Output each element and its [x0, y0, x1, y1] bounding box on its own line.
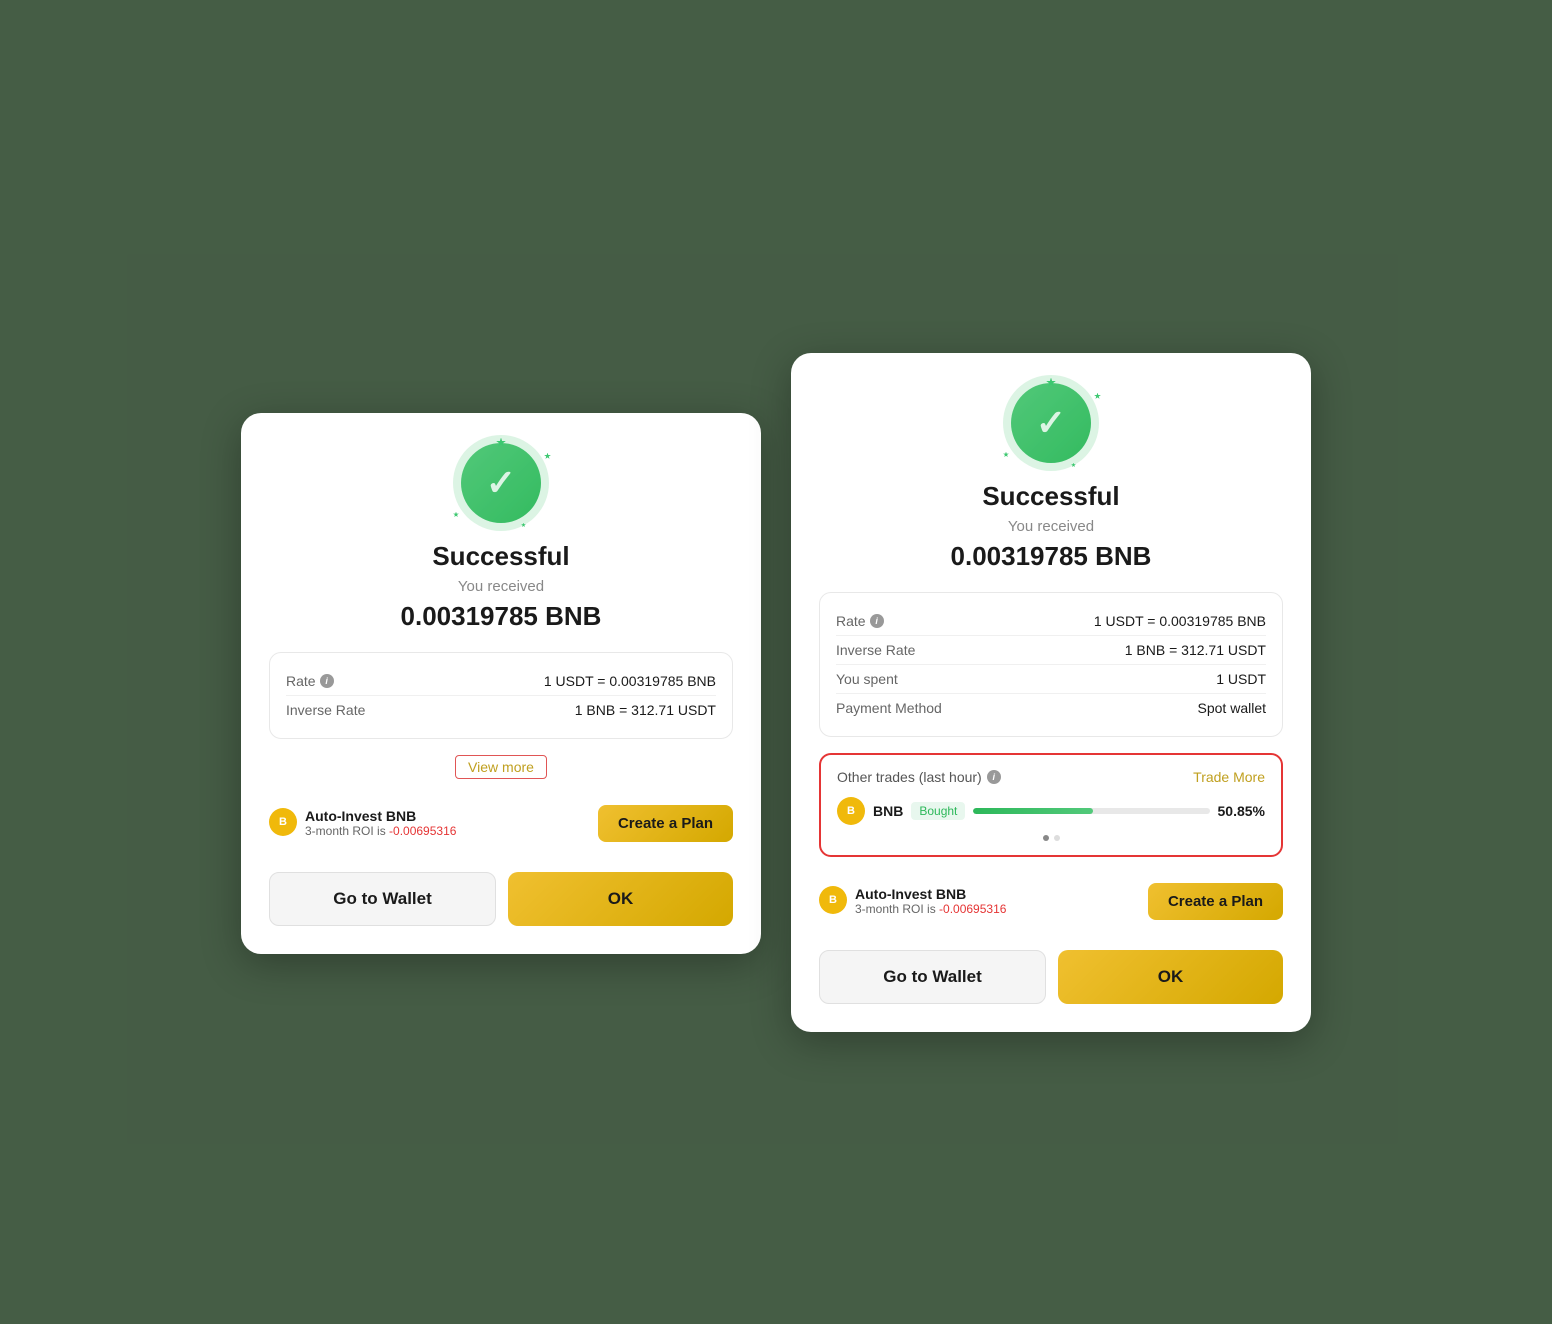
other-trades-box: Other trades (last hour) i Trade More B … [819, 753, 1283, 857]
info-icon-right: i [870, 614, 884, 628]
auto-invest-name-left: Auto-Invest BNB [305, 808, 456, 824]
bnb-trade-icon: B [837, 797, 865, 825]
rate-table-right: Rate i 1 USDT = 0.00319785 BNB Inverse R… [819, 592, 1283, 737]
progress-bar-wrapper [973, 808, 1209, 814]
roi-value-right: -0.00695316 [939, 902, 1006, 916]
dialog-left: ✓ Successful You received 0.00319785 BNB… [241, 413, 761, 954]
dialog-title-right: Successful [819, 481, 1283, 512]
auto-invest-section-right: B Auto-Invest BNB 3-month ROI is -0.0069… [819, 873, 1283, 930]
sparkle-icon [1003, 452, 1009, 458]
auto-invest-roi-right: 3-month ROI is -0.00695316 [855, 902, 1006, 916]
coin-label: BNB [873, 803, 903, 819]
auto-invest-roi-left: 3-month ROI is -0.00695316 [305, 824, 456, 838]
you-spent-label: You spent [836, 671, 898, 687]
rate-table-left: Rate i 1 USDT = 0.00319785 BNB Inverse R… [269, 652, 733, 739]
sparkle-icon [1071, 463, 1076, 468]
success-circle: ✓ [461, 443, 541, 523]
checkmark-icon: ✓ [486, 462, 516, 504]
dot [1054, 835, 1060, 841]
payment-method-row: Payment Method Spot wallet [836, 694, 1266, 722]
other-trades-header: Other trades (last hour) i Trade More [837, 769, 1265, 785]
inverse-rate-value: 1 BNB = 312.71 USDT [575, 702, 716, 718]
rate-label-right: Rate i [836, 613, 884, 629]
dialog-right: ✓ Successful You received 0.00319785 BNB… [791, 353, 1311, 1032]
you-received-label: You received [269, 578, 733, 595]
success-icon-wrapper: ✓ [269, 443, 733, 523]
view-more-link[interactable]: View more [455, 755, 547, 779]
dialogs-container: ✓ Successful You received 0.00319785 BNB… [241, 293, 1311, 1032]
bnb-coin-icon: B [269, 808, 297, 836]
go-to-wallet-button-right[interactable]: Go to Wallet [819, 950, 1046, 1004]
trade-dots [837, 835, 1265, 841]
create-plan-button-right[interactable]: Create a Plan [1148, 883, 1283, 920]
auto-invest-info-right: B Auto-Invest BNB 3-month ROI is -0.0069… [819, 886, 1006, 916]
auto-invest-text-right: Auto-Invest BNB 3-month ROI is -0.006953… [855, 886, 1006, 916]
inverse-rate-value-right: 1 BNB = 312.71 USDT [1125, 642, 1266, 658]
you-spent-row: You spent 1 USDT [836, 665, 1266, 694]
auto-invest-text-left: Auto-Invest BNB 3-month ROI is -0.006953… [305, 808, 456, 838]
trade-percent: 50.85% [1218, 803, 1265, 819]
auto-invest-name-right: Auto-Invest BNB [855, 886, 1006, 902]
view-more-wrapper: View more [269, 755, 733, 779]
dialog-title: Successful [269, 541, 733, 572]
inverse-rate-row: Inverse Rate 1 BNB = 312.71 USDT [286, 696, 716, 724]
rate-row-right: Rate i 1 USDT = 0.00319785 BNB [836, 607, 1266, 636]
sparkle-icon [496, 438, 506, 448]
go-to-wallet-button-left[interactable]: Go to Wallet [269, 872, 496, 926]
auto-invest-section-left: B Auto-Invest BNB 3-month ROI is -0.0069… [269, 795, 733, 852]
info-icon: i [320, 674, 334, 688]
other-trades-title: Other trades (last hour) i [837, 769, 1001, 785]
other-trades-info-icon: i [987, 770, 1001, 784]
rate-value: 1 USDT = 0.00319785 BNB [544, 673, 716, 689]
you-received-label-right: You received [819, 518, 1283, 535]
checkmark-icon-right: ✓ [1036, 402, 1066, 444]
sparkle-icon [544, 453, 551, 460]
ok-button-left[interactable]: OK [508, 872, 733, 926]
received-amount-right: 0.00319785 BNB [819, 541, 1283, 572]
rate-row: Rate i 1 USDT = 0.00319785 BNB [286, 667, 716, 696]
rate-label: Rate i [286, 673, 334, 689]
trade-row: B BNB Bought 50.85% [837, 797, 1265, 825]
trade-more-link[interactable]: Trade More [1193, 769, 1265, 785]
inverse-rate-row-right: Inverse Rate 1 BNB = 312.71 USDT [836, 636, 1266, 665]
sparkle-icon [453, 512, 459, 518]
auto-invest-info-left: B Auto-Invest BNB 3-month ROI is -0.0069… [269, 808, 456, 838]
inverse-rate-label: Inverse Rate [286, 702, 365, 718]
dot-active [1043, 835, 1049, 841]
progress-bar-fill [973, 808, 1093, 814]
success-icon-wrapper-right: ✓ [819, 383, 1283, 463]
payment-method-value: Spot wallet [1198, 700, 1266, 716]
ok-button-right[interactable]: OK [1058, 950, 1283, 1004]
bottom-buttons-left: Go to Wallet OK [269, 872, 733, 926]
bottom-buttons-right: Go to Wallet OK [819, 950, 1283, 1004]
sparkle-icon [1046, 378, 1056, 388]
payment-method-label: Payment Method [836, 700, 942, 716]
create-plan-button-left[interactable]: Create a Plan [598, 805, 733, 842]
sparkle-icon [1094, 393, 1101, 400]
success-circle-right: ✓ [1011, 383, 1091, 463]
roi-value-left: -0.00695316 [389, 824, 456, 838]
bnb-coin-icon-right: B [819, 886, 847, 914]
rate-value-right: 1 USDT = 0.00319785 BNB [1094, 613, 1266, 629]
bought-badge: Bought [911, 802, 965, 820]
inverse-rate-label-right: Inverse Rate [836, 642, 915, 658]
sparkle-icon [521, 523, 526, 528]
you-spent-value: 1 USDT [1216, 671, 1266, 687]
received-amount: 0.00319785 BNB [269, 601, 733, 632]
